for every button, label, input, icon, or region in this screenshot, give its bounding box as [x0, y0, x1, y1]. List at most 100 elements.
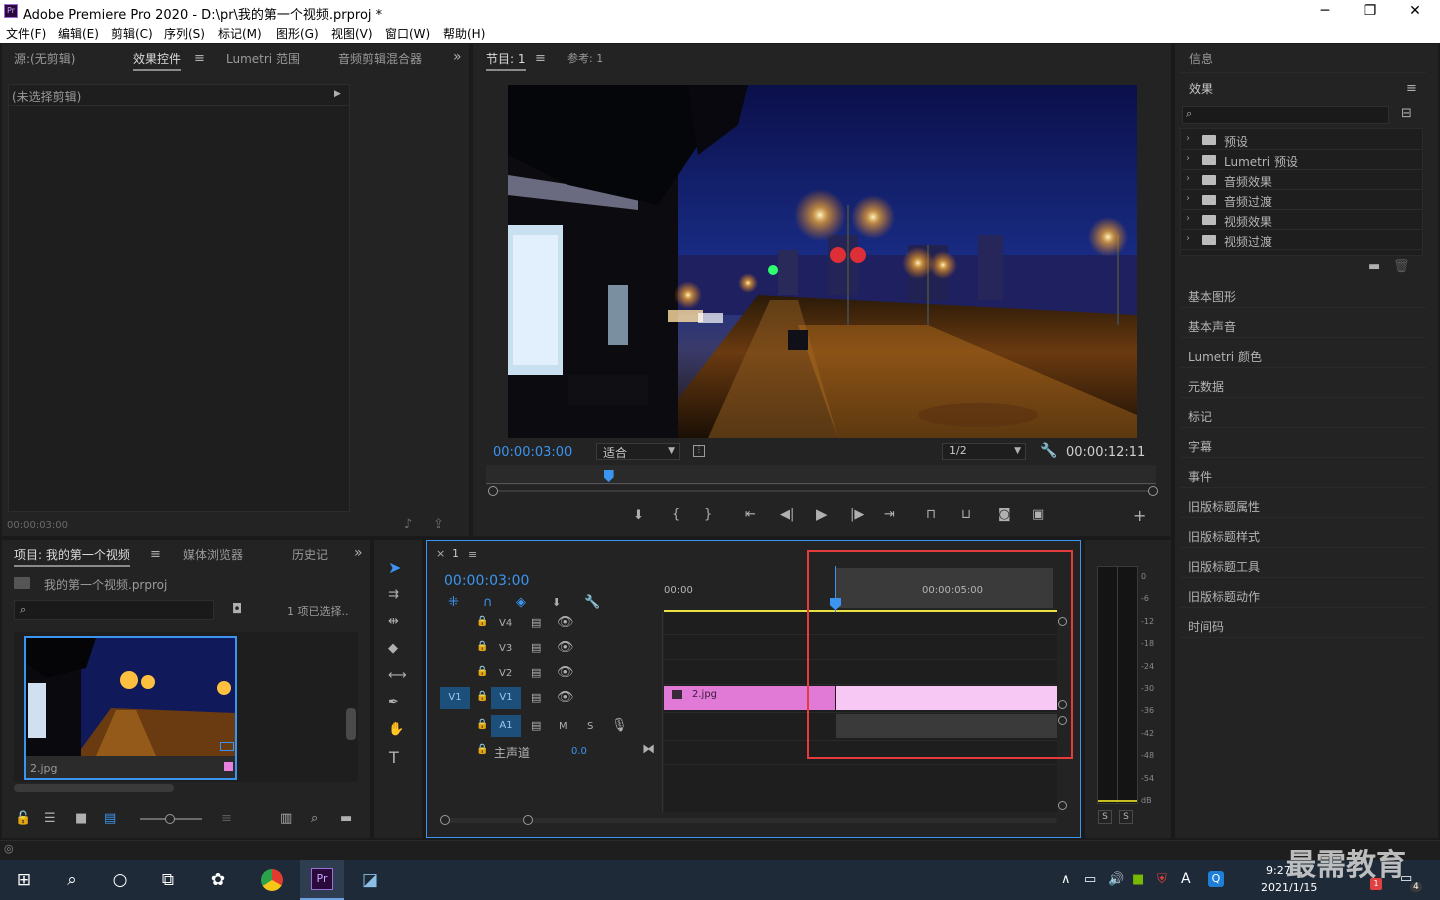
- effect-folder-video-effects[interactable]: › 视频效果: [1182, 211, 1422, 230]
- list-view-icon[interactable]: ☰: [44, 812, 56, 825]
- menu-graphics[interactable]: 图形(G): [276, 25, 319, 42]
- overflow-chevron-icon[interactable]: »: [453, 50, 462, 64]
- solo-button[interactable]: S: [587, 721, 593, 732]
- pen-tool-icon[interactable]: ✒: [388, 696, 399, 709]
- menu-view[interactable]: 视图(V): [331, 25, 373, 42]
- task-view-icon[interactable]: ⧉: [156, 868, 180, 892]
- safe-margins-icon[interactable]: ⋮: [693, 445, 705, 457]
- extract-icon[interactable]: ⊔: [961, 508, 971, 521]
- eye-icon[interactable]: 👁: [557, 641, 574, 654]
- timeline-menu-icon[interactable]: ≡: [468, 549, 477, 560]
- freeform-view-icon[interactable]: ▤: [104, 812, 116, 825]
- effect-folder-audio-effects[interactable]: › 音频效果: [1182, 171, 1422, 190]
- search-icon[interactable]: ⌕: [60, 868, 84, 892]
- label-color-swatch[interactable]: [224, 762, 233, 771]
- tab-source[interactable]: 源:(无剪辑): [14, 50, 75, 67]
- fit-dropdown[interactable]: 适合 ▼: [596, 443, 680, 460]
- meter-solo-left[interactable]: S: [1098, 810, 1112, 824]
- panel-legacy-title-styles[interactable]: 旧版标题样式: [1180, 520, 1426, 548]
- tray-expand-icon[interactable]: ∧: [1061, 873, 1071, 886]
- notes-app-icon[interactable]: ◪: [358, 868, 382, 892]
- new-bin-icon[interactable]: ▬: [340, 812, 352, 825]
- pinwheel-app-icon[interactable]: ✿: [206, 868, 230, 892]
- snap-magnet-icon[interactable]: ∩: [483, 596, 493, 609]
- lock-icon-master[interactable]: 🔒: [476, 745, 488, 755]
- lock-icon-v3[interactable]: 🔒: [476, 642, 488, 652]
- panel-lumetri-color[interactable]: Lumetri 颜色: [1180, 340, 1426, 368]
- lock-icon-v2[interactable]: 🔒: [476, 667, 488, 677]
- icon-view-icon[interactable]: ■: [75, 812, 87, 825]
- menu-marker[interactable]: 标记(M): [218, 25, 262, 42]
- go-to-in-icon[interactable]: ⇤: [745, 508, 756, 521]
- panel-legacy-title-properties[interactable]: 旧版标题属性: [1180, 490, 1426, 518]
- accelerated-effects-icon[interactable]: ⊟: [1401, 107, 1412, 120]
- nvidia-icon[interactable]: ■: [1132, 873, 1144, 886]
- mark-out-icon[interactable]: }: [704, 508, 712, 521]
- program-menu-icon[interactable]: ≡: [535, 52, 546, 65]
- timeline-settings-wrench-icon[interactable]: 🔧: [584, 596, 600, 609]
- sync-lock-icon[interactable]: ▤: [531, 617, 541, 628]
- a-scroll-handle[interactable]: [1058, 801, 1067, 810]
- add-button-icon[interactable]: +: [1133, 508, 1146, 524]
- menu-window[interactable]: 窗口(W): [385, 25, 430, 42]
- tab-media-browser[interactable]: 媒体浏览器: [183, 546, 243, 563]
- type-tool-icon[interactable]: T: [389, 750, 399, 766]
- h-scroll-handle-left[interactable]: [440, 815, 450, 825]
- slider-handle[interactable]: [165, 814, 175, 824]
- h-scroll-handle-right[interactable]: [523, 815, 533, 825]
- sequence-tab[interactable]: 1: [452, 547, 459, 560]
- slip-tool-icon[interactable]: ⟷: [388, 669, 407, 682]
- track-v1-target[interactable]: V1: [491, 687, 521, 709]
- new-bin-from-search-icon[interactable]: ◘: [232, 603, 242, 616]
- effects-menu-icon[interactable]: ≡: [1406, 82, 1417, 95]
- project-menu-icon[interactable]: ≡: [150, 548, 161, 561]
- track-select-tool-icon[interactable]: ⇉: [388, 588, 399, 601]
- minimize-button[interactable]: ─: [1305, 2, 1345, 22]
- ripple-edit-tool-icon[interactable]: ⇹: [388, 615, 399, 628]
- zoom-handle-left[interactable]: [488, 486, 498, 496]
- menu-sequence[interactable]: 序列(S): [164, 25, 205, 42]
- go-to-out-icon[interactable]: ⇥: [884, 508, 895, 521]
- timeline-timecode[interactable]: 00:00:03:00: [444, 573, 529, 589]
- project-search-input[interactable]: [14, 600, 214, 620]
- chrome-icon[interactable]: [260, 868, 284, 892]
- linked-selection-icon[interactable]: ◈: [516, 596, 526, 609]
- play-audio-icon[interactable]: ♪: [404, 518, 412, 531]
- export-icon[interactable]: ⇪: [433, 518, 444, 531]
- tab-project[interactable]: 项目: 我的第一个视频: [14, 546, 130, 567]
- qq-icon[interactable]: Q: [1208, 871, 1224, 887]
- lock-icon-v1[interactable]: 🔒: [476, 692, 488, 702]
- play-icon[interactable]: ▶: [816, 507, 828, 522]
- timeline-close-icon[interactable]: ×: [436, 548, 445, 559]
- tab-audio-clip-mixer[interactable]: 音频剪辑混合器: [338, 50, 422, 67]
- razor-tool-icon[interactable]: ◆: [388, 642, 398, 655]
- hand-tool-icon[interactable]: ✋: [388, 723, 404, 736]
- sync-lock-icon[interactable]: ▤: [531, 642, 541, 653]
- sort-icon[interactable]: ≡: [221, 812, 232, 825]
- menu-help[interactable]: 帮助(H): [443, 25, 485, 42]
- menu-edit[interactable]: 编辑(E): [58, 25, 99, 42]
- resolution-dropdown[interactable]: 1/2 ▼: [942, 443, 1026, 460]
- microphone-icon[interactable]: 🎙: [611, 719, 628, 732]
- panel-legacy-title-actions[interactable]: 旧版标题动作: [1180, 580, 1426, 608]
- effect-folder-lumetri-presets[interactable]: › Lumetri 预设: [1182, 151, 1422, 170]
- track-a1-target[interactable]: A1: [491, 715, 521, 737]
- eye-icon[interactable]: 👁: [557, 691, 574, 704]
- meter-solo-right[interactable]: S: [1119, 810, 1133, 824]
- mark-in-icon[interactable]: {: [672, 508, 680, 521]
- lock-icon-v4[interactable]: 🔒: [476, 617, 488, 627]
- panel-metadata[interactable]: 元数据: [1180, 370, 1426, 398]
- comparison-view-icon[interactable]: ▣: [1032, 508, 1044, 521]
- panel-markers[interactable]: 标记: [1180, 400, 1426, 428]
- menu-file[interactable]: 文件(F): [6, 25, 46, 42]
- tab-effect-controls[interactable]: 效果控件: [133, 50, 182, 71]
- lock-icon[interactable]: 🔓: [15, 812, 31, 825]
- wrench-icon[interactable]: 🔧: [1040, 444, 1057, 458]
- tab-lumetri-scopes[interactable]: Lumetri 范围: [226, 50, 300, 67]
- new-custom-bin-icon[interactable]: ▬: [1368, 260, 1380, 273]
- effect-folder-video-transitions[interactable]: › 视频过渡: [1182, 231, 1422, 250]
- source-patch-v1[interactable]: V1: [440, 687, 470, 709]
- tab-program[interactable]: 节目: 1: [486, 50, 526, 71]
- panel-essential-sound[interactable]: 基本声音: [1180, 310, 1426, 338]
- lift-icon[interactable]: ⊓: [926, 508, 936, 521]
